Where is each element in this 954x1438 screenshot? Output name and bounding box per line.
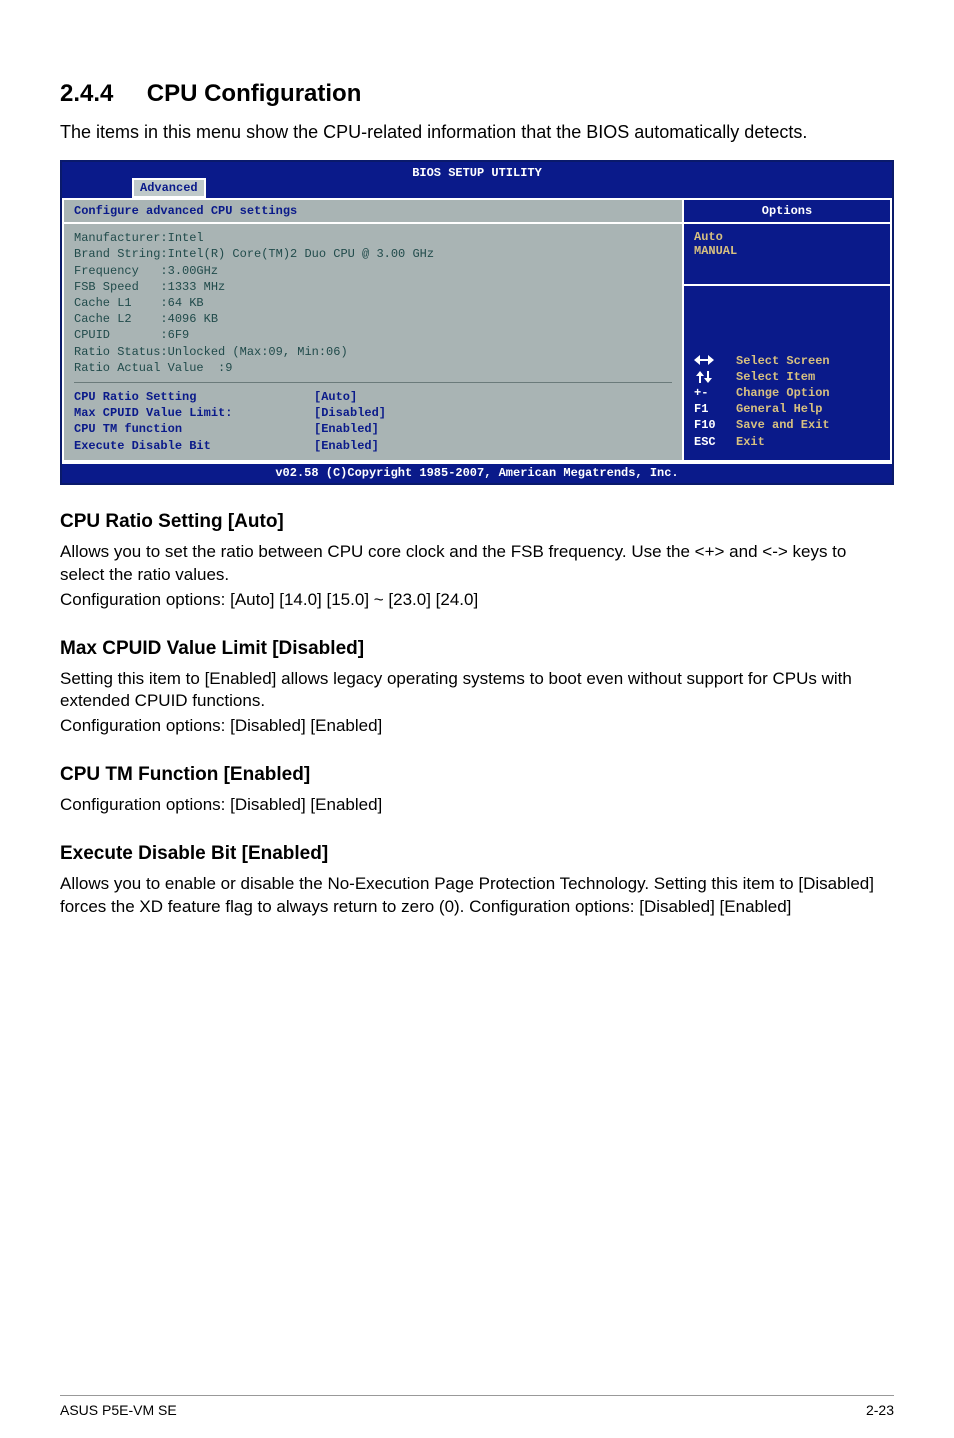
cpu-info-line: Frequency :3.00GHz bbox=[74, 263, 672, 279]
nav-key: F10 bbox=[694, 417, 736, 433]
nav-key: +- bbox=[694, 385, 736, 401]
body-text: Allows you to enable or disable the No-E… bbox=[60, 873, 894, 919]
bios-title: BIOS SETUP UTILITY bbox=[412, 166, 542, 180]
section-title-text: CPU Configuration bbox=[147, 80, 362, 107]
setting-label: CPU Ratio Setting bbox=[74, 389, 314, 405]
footer-page-number: 2-23 bbox=[866, 1402, 894, 1418]
nav-key: F1 bbox=[694, 401, 736, 417]
cpu-info-line: CPUID :6F9 bbox=[74, 327, 672, 343]
page-footer: ASUS P5E-VM SE 2-23 bbox=[60, 1395, 894, 1418]
setting-value: [Disabled] bbox=[314, 405, 386, 421]
body-text: Setting this item to [Enabled] allows le… bbox=[60, 668, 894, 714]
nav-row: +- Change Option bbox=[694, 385, 880, 401]
bios-body: Configure advanced CPU settings Manufact… bbox=[62, 198, 892, 461]
nav-label: Change Option bbox=[736, 385, 830, 401]
setting-label: Execute Disable Bit bbox=[74, 438, 314, 454]
body-text: Configuration options: [Disabled] [Enabl… bbox=[60, 715, 894, 738]
body-text: Configuration options: [Auto] [14.0] [15… bbox=[60, 589, 894, 612]
nav-label: Select Item bbox=[736, 369, 815, 385]
nav-row: F1 General Help bbox=[694, 401, 880, 417]
arrows-ud-icon bbox=[694, 369, 736, 385]
setting-label: CPU TM function bbox=[74, 421, 314, 437]
subheading-cpu-ratio: CPU Ratio Setting [Auto] bbox=[60, 511, 894, 533]
bios-option-item[interactable]: Auto bbox=[694, 230, 880, 244]
nav-label: Save and Exit bbox=[736, 417, 830, 433]
arrows-lr-icon bbox=[694, 353, 736, 369]
setting-cpu-tm[interactable]: CPU TM function [Enabled] bbox=[74, 421, 672, 437]
setting-value: [Enabled] bbox=[314, 421, 379, 437]
bios-option-item[interactable]: MANUAL bbox=[694, 244, 880, 258]
nav-row: Select Item bbox=[694, 369, 880, 385]
cpu-info-line: Ratio Actual Value :9 bbox=[74, 360, 672, 376]
bios-main-panel: Configure advanced CPU settings Manufact… bbox=[62, 200, 682, 461]
bios-main-content: Manufacturer:Intel Brand String:Intel(R)… bbox=[64, 224, 682, 459]
section-heading: 2.4.4 CPU Configuration bbox=[60, 80, 894, 108]
body-text: Allows you to set the ratio between CPU … bbox=[60, 541, 894, 587]
setting-execute-disable[interactable]: Execute Disable Bit [Enabled] bbox=[74, 438, 672, 454]
nav-row: Select Screen bbox=[694, 353, 880, 369]
bios-main-header: Configure advanced CPU settings bbox=[64, 200, 682, 224]
nav-label: Select Screen bbox=[736, 353, 830, 369]
intro-paragraph: The items in this menu show the CPU-rela… bbox=[60, 120, 894, 144]
subheading-max-cpuid: Max CPUID Value Limit [Disabled] bbox=[60, 638, 894, 660]
bios-options-body: Auto MANUAL bbox=[684, 224, 890, 284]
bios-options-title: Options bbox=[684, 200, 890, 224]
cpu-info-line: Ratio Status:Unlocked (Max:09, Min:06) bbox=[74, 344, 672, 360]
cpu-info-line: Brand String:Intel(R) Core(TM)2 Duo CPU … bbox=[74, 246, 672, 262]
nav-label: Exit bbox=[736, 434, 765, 450]
subheading-cpu-tm: CPU TM Function [Enabled] bbox=[60, 764, 894, 786]
nav-label: General Help bbox=[736, 401, 822, 417]
footer-left: ASUS P5E-VM SE bbox=[60, 1402, 177, 1418]
divider bbox=[74, 382, 672, 383]
setting-max-cpuid[interactable]: Max CPUID Value Limit: [Disabled] bbox=[74, 405, 672, 421]
bios-title-bar: BIOS SETUP UTILITY Advanced bbox=[62, 162, 892, 198]
cpu-info-line: FSB Speed :1333 MHz bbox=[74, 279, 672, 295]
subheading-execute-disable-bit: Execute Disable Bit [Enabled] bbox=[60, 843, 894, 865]
setting-cpu-ratio[interactable]: CPU Ratio Setting [Auto] bbox=[74, 389, 672, 405]
bios-footer: v02.58 (C)Copyright 1985-2007, American … bbox=[62, 462, 892, 483]
cpu-info-line: Cache L1 :64 KB bbox=[74, 295, 672, 311]
bios-screenshot: BIOS SETUP UTILITY Advanced Configure ad… bbox=[60, 160, 894, 484]
bios-side-options-box: Options Auto MANUAL bbox=[684, 200, 890, 286]
bios-side-panel: Options Auto MANUAL Select Screen bbox=[682, 200, 892, 461]
bios-nav-help: Select Screen Select Item +- Change Opti… bbox=[684, 347, 890, 460]
setting-value: [Enabled] bbox=[314, 438, 379, 454]
nav-row: F10 Save and Exit bbox=[694, 417, 880, 433]
section-number: 2.4.4 bbox=[60, 80, 113, 107]
body-text: Configuration options: [Disabled] [Enabl… bbox=[60, 794, 894, 817]
cpu-info-line: Cache L2 :4096 KB bbox=[74, 311, 672, 327]
bios-tab-advanced[interactable]: Advanced bbox=[132, 178, 206, 198]
nav-row: ESC Exit bbox=[694, 434, 880, 450]
setting-value: [Auto] bbox=[314, 389, 357, 405]
cpu-info-line: Manufacturer:Intel bbox=[74, 230, 672, 246]
nav-key: ESC bbox=[694, 434, 736, 450]
setting-label: Max CPUID Value Limit: bbox=[74, 405, 314, 421]
